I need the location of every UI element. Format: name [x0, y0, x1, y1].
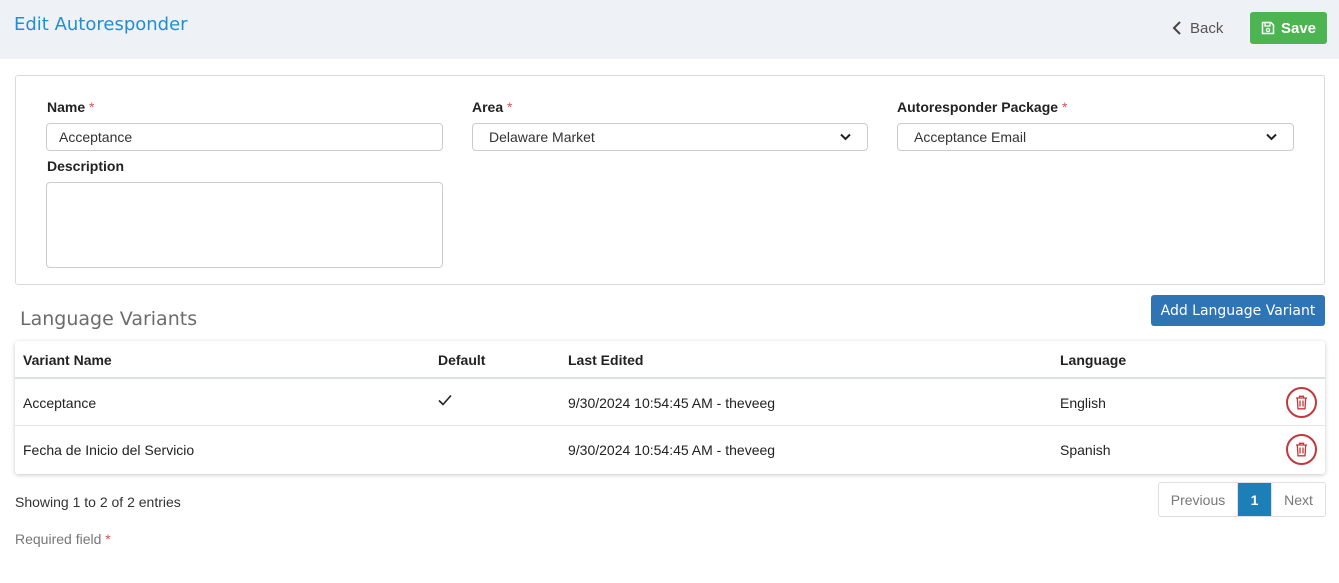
name-label: Name * [47, 99, 95, 115]
required-note-mark: * [105, 531, 111, 547]
description-textarea[interactable] [46, 182, 443, 268]
package-required-mark: * [1061, 99, 1068, 115]
trash-icon [1296, 442, 1307, 457]
page-title: Edit Autoresponder [14, 14, 188, 35]
package-select-value: Acceptance Email [914, 129, 1027, 145]
delete-variant-button[interactable] [1286, 434, 1317, 465]
package-select[interactable]: Acceptance Email [897, 123, 1294, 151]
entries-info: Showing 1 to 2 of 2 entries [15, 494, 181, 510]
table-header-row: Variant Name Default Last Edited Languag… [15, 341, 1325, 379]
variant-name-cell: Acceptance [23, 395, 97, 411]
pagination: Previous 1 Next [1158, 482, 1326, 517]
add-language-variant-button[interactable]: Add Language Variant [1151, 295, 1325, 326]
save-button[interactable]: Save [1250, 12, 1327, 44]
pagination-next[interactable]: Next [1271, 483, 1325, 516]
trash-icon [1296, 395, 1307, 410]
save-button-label: Save [1280, 19, 1317, 37]
required-field-note: Required field * [15, 531, 111, 547]
column-header-variant-name[interactable]: Variant Name [23, 352, 112, 368]
area-required-mark: * [507, 99, 513, 115]
last-edited-cell: 9/30/2024 10:54:45 AM - theveeg [568, 395, 776, 411]
area-select[interactable]: Delaware Market [472, 123, 868, 151]
back-button-label: Back [1190, 19, 1224, 37]
column-header-default[interactable]: Default [438, 352, 485, 368]
header-bar: Edit Autoresponder Back Save [0, 0, 1339, 59]
checkmark-icon [438, 394, 452, 406]
table-row[interactable]: Acceptance 9/30/2024 10:54:45 AM - theve… [15, 379, 1325, 426]
name-input[interactable] [46, 123, 443, 151]
area-label: Area * [472, 99, 513, 115]
language-variants-title: Language Variants [20, 308, 198, 330]
variants-table: Variant Name Default Last Edited Languag… [15, 341, 1325, 474]
pagination-page-1[interactable]: 1 [1238, 483, 1271, 516]
autoresponder-form: Name * Area * Delaware Market Autorespon… [15, 75, 1325, 285]
table-row[interactable]: Fecha de Inicio del Servicio 9/30/2024 1… [15, 426, 1325, 473]
chevron-down-icon [840, 133, 851, 141]
chevron-left-icon [1172, 21, 1181, 35]
name-required-mark: * [89, 99, 95, 115]
description-label: Description [47, 158, 125, 174]
floppy-disk-icon [1261, 21, 1275, 35]
pagination-previous[interactable]: Previous [1159, 483, 1238, 516]
delete-variant-button[interactable] [1286, 387, 1317, 418]
variant-name-cell: Fecha de Inicio del Servicio [23, 442, 195, 458]
language-cell: English [1060, 395, 1106, 411]
chevron-down-icon [1266, 133, 1277, 141]
package-label: Autoresponder Package * [897, 99, 1068, 115]
column-header-language[interactable]: Language [1060, 352, 1126, 368]
back-button[interactable]: Back [1172, 16, 1223, 40]
area-select-value: Delaware Market [489, 129, 595, 145]
column-header-last-edited[interactable]: Last Edited [568, 352, 643, 368]
last-edited-cell: 9/30/2024 10:54:45 AM - theveeg [568, 442, 776, 458]
language-cell: Spanish [1060, 442, 1111, 458]
